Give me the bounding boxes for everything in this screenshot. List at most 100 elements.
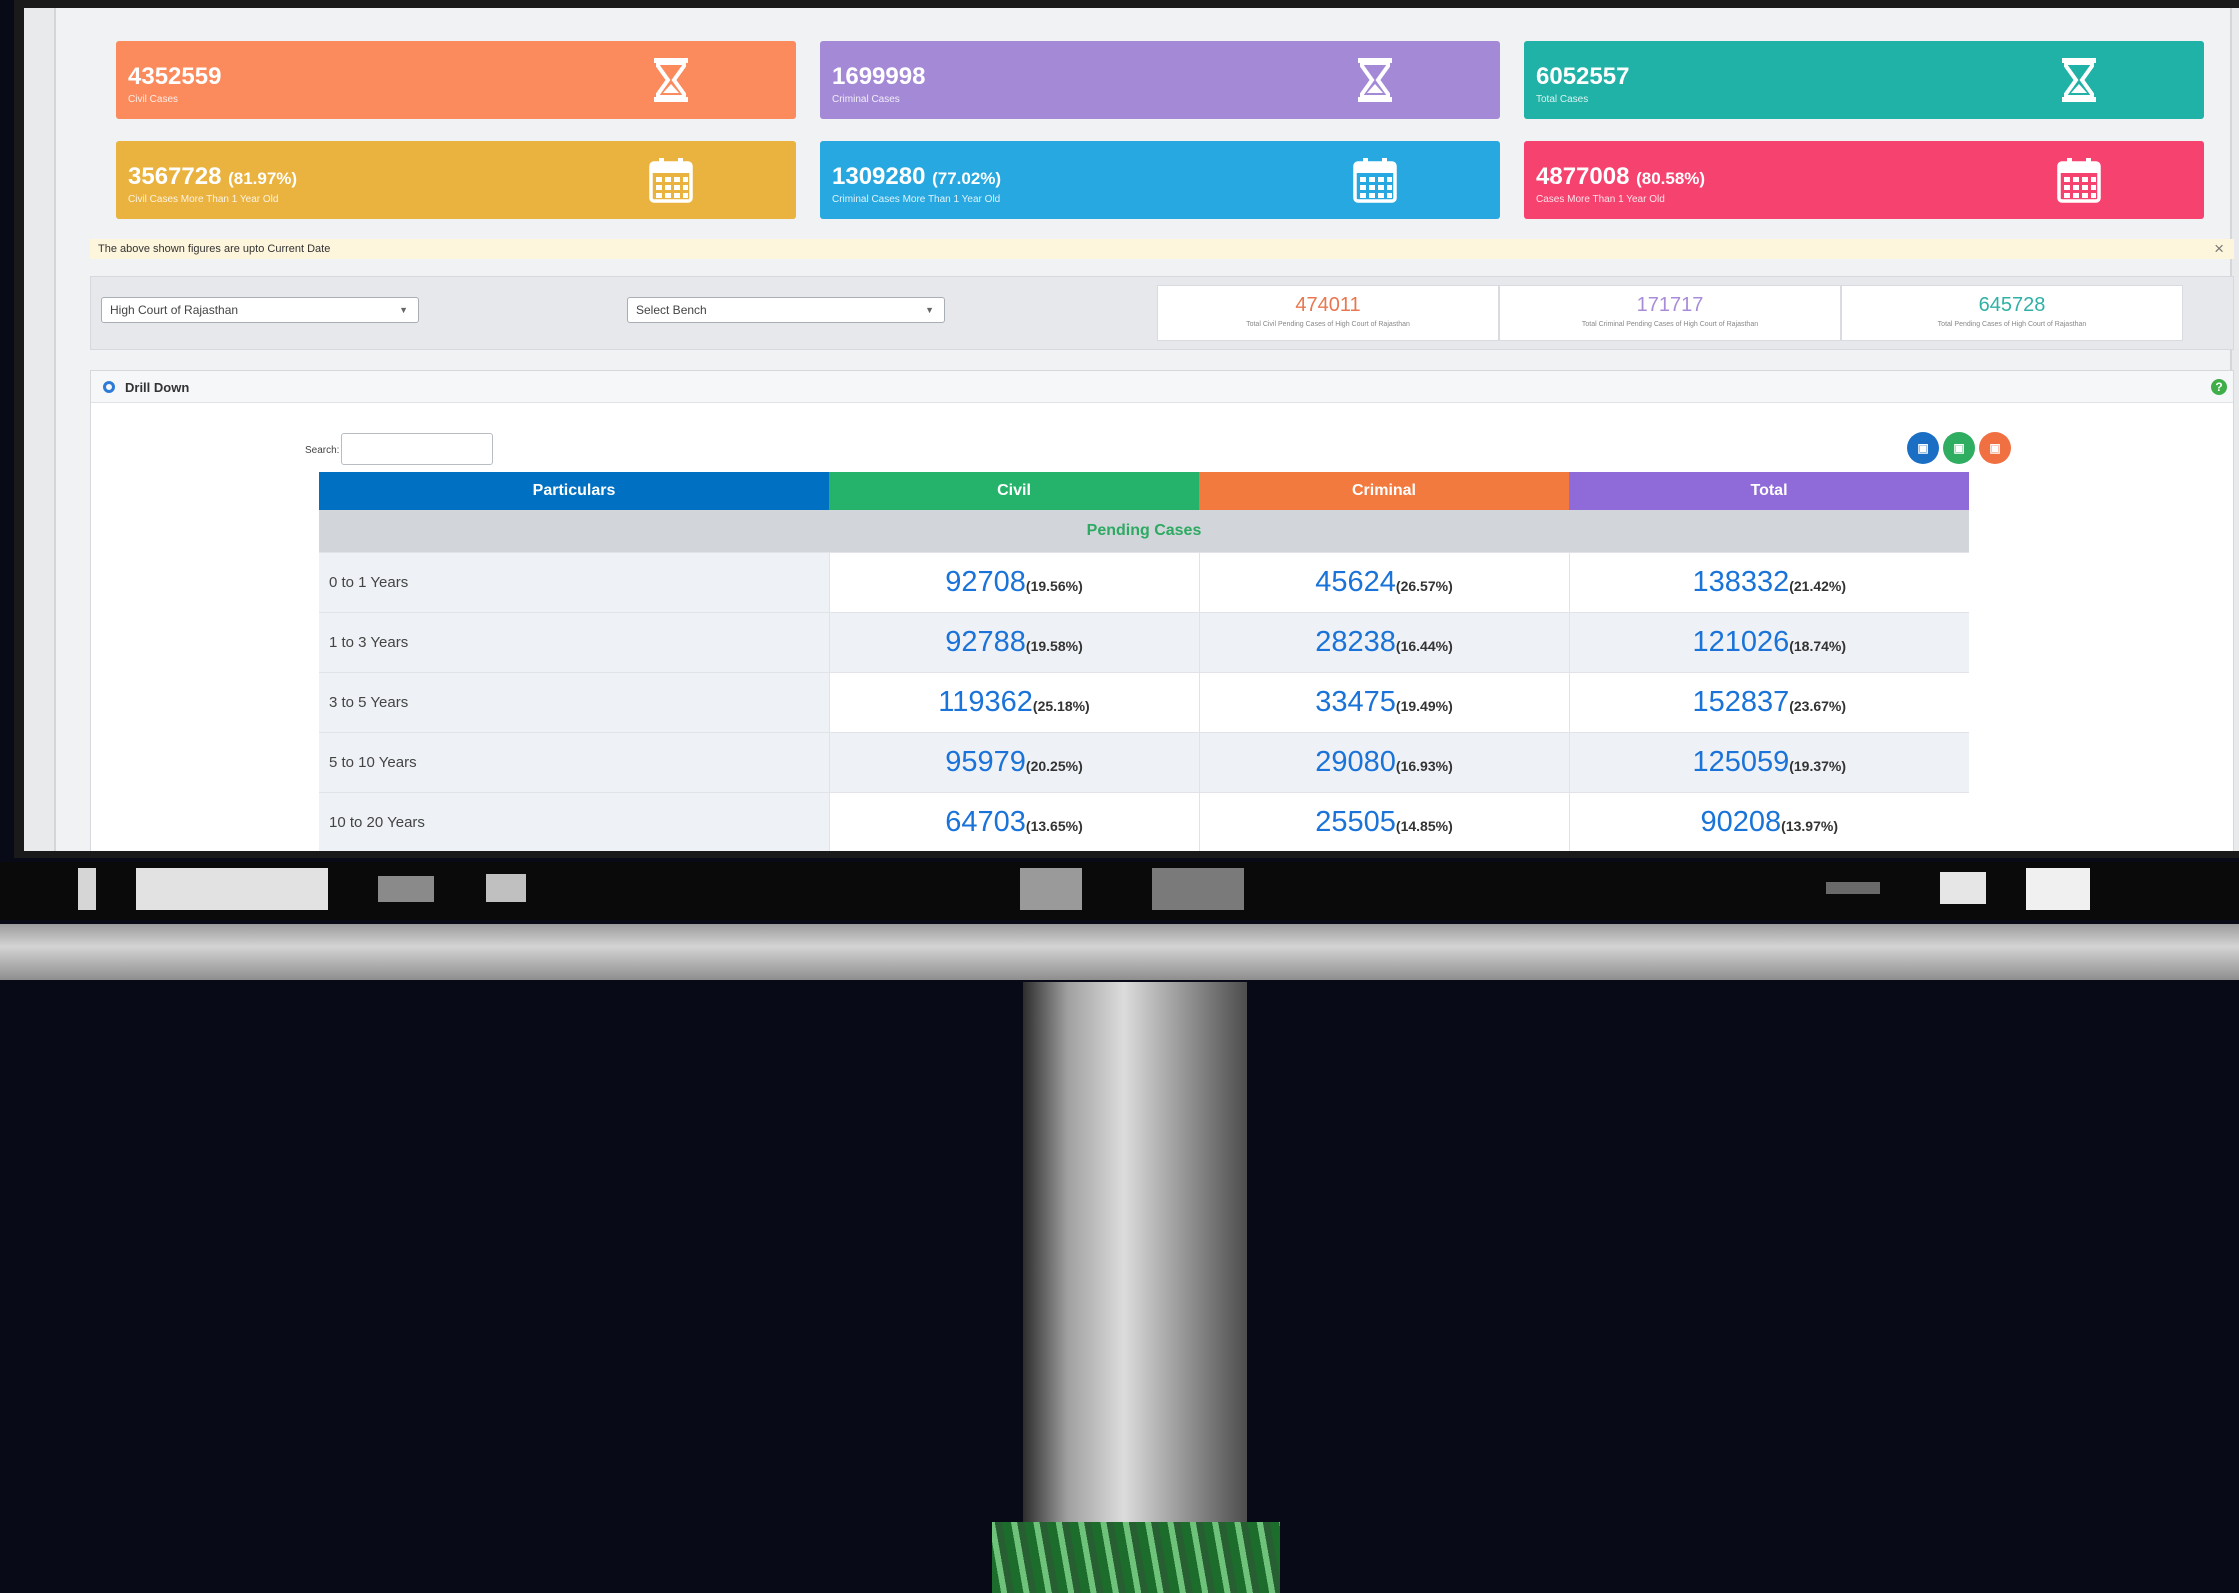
row-label: 1 to 3 Years xyxy=(319,612,829,673)
column-header-total[interactable]: Total xyxy=(1569,472,1969,510)
civil-cell[interactable]: 64703(13.65%) xyxy=(828,792,1199,851)
card-label: Cases More Than 1 Year Old xyxy=(1536,194,1665,205)
bench-select[interactable]: Select Bench ▼ xyxy=(627,297,945,323)
help-icon[interactable]: ? xyxy=(2211,379,2227,395)
csv-export-icon[interactable]: ▣ xyxy=(1979,432,2011,464)
hourglass-icon xyxy=(2056,55,2102,105)
stat-value: 171717 xyxy=(1636,294,1704,316)
card-label: Civil Cases More Than 1 Year Old xyxy=(128,194,279,205)
billboard-shelf xyxy=(0,924,2239,980)
table-row[interactable]: 3 to 5 Years 119362(25.18%) 33475(19.49%… xyxy=(319,672,1969,733)
stat-value: 474011 xyxy=(1295,294,1361,316)
criminal-cell[interactable]: 28238(16.44%) xyxy=(1198,612,1569,673)
civil-cell[interactable]: 95979(20.25%) xyxy=(828,732,1199,793)
light-panel xyxy=(2026,868,2090,910)
card-label: Civil Cases xyxy=(128,94,179,105)
light-panel xyxy=(136,868,328,910)
calendar-icon xyxy=(2056,155,2102,205)
total-cell[interactable]: 90208(13.97%) xyxy=(1568,792,1969,851)
stat-value: 645728 xyxy=(1978,294,2046,316)
light-panel xyxy=(378,876,434,902)
chevron-down-icon: ▼ xyxy=(925,305,934,315)
court-select[interactable]: High Court of Rajasthan ▼ xyxy=(101,297,419,323)
table-row[interactable]: 1 to 3 Years 92788(19.58%) 28238(16.44%)… xyxy=(319,612,1969,673)
criminal-cell[interactable]: 29080(16.93%) xyxy=(1198,732,1569,793)
table-header-row: Particulars Civil Criminal Total xyxy=(319,472,1969,510)
stat-total-pending: 645728 Total Pending Cases of High Court… xyxy=(1841,285,2183,341)
card-label: Criminal Cases xyxy=(832,94,900,105)
card-value: 4877008 (80.58%) xyxy=(1536,163,1706,190)
light-panel xyxy=(1940,872,1986,904)
criminal-cell[interactable]: 25505(14.85%) xyxy=(1198,792,1569,851)
criminal-cell[interactable]: 45624(26.57%) xyxy=(1198,552,1569,613)
row-label: 0 to 1 Years xyxy=(319,552,829,613)
billboard-lower-bar xyxy=(0,862,2239,920)
drill-down-panel: Drill Down ? Search: ▣ ▣ ▣ Particulars C… xyxy=(90,370,2234,851)
excel-export-icon[interactable]: ▣ xyxy=(1943,432,1975,464)
card-civil-cases: 4352559 Civil Cases xyxy=(116,41,796,119)
grass-base xyxy=(992,1522,1280,1593)
civil-cell[interactable]: 119362(25.18%) xyxy=(828,672,1199,733)
card-value: 4352559 xyxy=(128,63,222,90)
stat-label: Total Pending Cases of High Court of Raj… xyxy=(1937,321,2087,328)
card-criminal-old: 1309280 (77.02%) Criminal Cases More Tha… xyxy=(820,141,1500,219)
panel-header[interactable]: Drill Down ? xyxy=(91,371,2233,403)
row-label: 3 to 5 Years xyxy=(319,672,829,733)
bench-select-value: Select Bench xyxy=(636,303,707,317)
close-icon[interactable]: × xyxy=(2214,239,2224,259)
pdf-export-icon[interactable]: ▣ xyxy=(1907,432,1939,464)
light-panel xyxy=(1020,868,1082,910)
column-header-civil[interactable]: Civil xyxy=(829,472,1199,510)
group-row: Pending Cases xyxy=(319,510,1969,553)
criminal-cell[interactable]: 33475(19.49%) xyxy=(1198,672,1569,733)
card-label: Criminal Cases More Than 1 Year Old xyxy=(832,194,1001,205)
filter-bar: High Court of Rajasthan ▼ Select Bench ▼… xyxy=(90,276,2234,350)
row-label: 5 to 10 Years xyxy=(319,732,829,793)
card-value: 1699998 xyxy=(832,63,926,90)
card-value: 1309280 (77.02%) xyxy=(832,163,1002,190)
light-panel xyxy=(78,868,96,910)
billboard-pole xyxy=(1023,982,1247,1522)
panel-title: Drill Down xyxy=(125,380,190,395)
table-row[interactable]: 10 to 20 Years 64703(13.65%) 25505(14.85… xyxy=(319,792,1969,851)
total-cell[interactable]: 121026(18.74%) xyxy=(1568,612,1969,673)
column-header-criminal[interactable]: Criminal xyxy=(1199,472,1569,510)
chevron-down-icon: ▼ xyxy=(399,305,408,315)
group-label: Pending Cases xyxy=(319,510,1969,553)
light-panel xyxy=(486,874,526,902)
hourglass-icon xyxy=(648,55,694,105)
court-select-value: High Court of Rajasthan xyxy=(110,303,239,317)
pending-cases-table: Particulars Civil Criminal Total Pending… xyxy=(319,472,1969,851)
civil-cell[interactable]: 92708(19.56%) xyxy=(828,552,1199,613)
light-panel xyxy=(1152,868,1244,910)
card-value: 3567728 (81.97%) xyxy=(128,163,298,190)
billboard-scene: 4352559 Civil Cases 1699998 Criminal Cas… xyxy=(0,0,2239,1593)
collapse-circle-icon[interactable] xyxy=(103,381,115,393)
table-row[interactable]: 0 to 1 Years 92708(19.56%) 45624(26.57%)… xyxy=(319,552,1969,613)
search-input[interactable] xyxy=(341,433,493,465)
total-cell[interactable]: 125059(19.37%) xyxy=(1568,732,1969,793)
card-value: 6052557 xyxy=(1536,63,1630,90)
total-cell[interactable]: 138332(21.42%) xyxy=(1568,552,1969,613)
notice-text: The above shown figures are upto Current… xyxy=(98,243,331,255)
table-row[interactable]: 5 to 10 Years 95979(20.25%) 29080(16.93%… xyxy=(319,732,1969,793)
stat-label: Total Civil Pending Cases of High Court … xyxy=(1246,321,1410,328)
stat-criminal-pending: 171717 Total Criminal Pending Cases of H… xyxy=(1499,285,1841,341)
dashboard-content: 4352559 Civil Cases 1699998 Criminal Cas… xyxy=(54,8,2234,851)
card-total-old: 4877008 (80.58%) Cases More Than 1 Year … xyxy=(1524,141,2204,219)
total-cell[interactable]: 152837(23.67%) xyxy=(1568,672,1969,733)
card-civil-old: 3567728 (81.97%) Civil Cases More Than 1… xyxy=(116,141,796,219)
hourglass-icon xyxy=(1352,55,1398,105)
card-criminal-cases: 1699998 Criminal Cases xyxy=(820,41,1500,119)
search-label: Search: xyxy=(305,445,340,456)
stat-civil-pending: 474011 Total Civil Pending Cases of High… xyxy=(1157,285,1499,341)
notice-bar: The above shown figures are upto Current… xyxy=(90,239,2234,259)
card-label: Total Cases xyxy=(1536,94,1589,105)
card-total-cases: 6052557 Total Cases xyxy=(1524,41,2204,119)
civil-cell[interactable]: 92788(19.58%) xyxy=(828,612,1199,673)
column-header-particulars[interactable]: Particulars xyxy=(319,472,829,510)
row-label: 10 to 20 Years xyxy=(319,792,829,851)
stat-label: Total Criminal Pending Cases of High Cou… xyxy=(1581,321,1759,328)
calendar-icon xyxy=(648,155,694,205)
dashboard-screen: 4352559 Civil Cases 1699998 Criminal Cas… xyxy=(24,8,2239,851)
